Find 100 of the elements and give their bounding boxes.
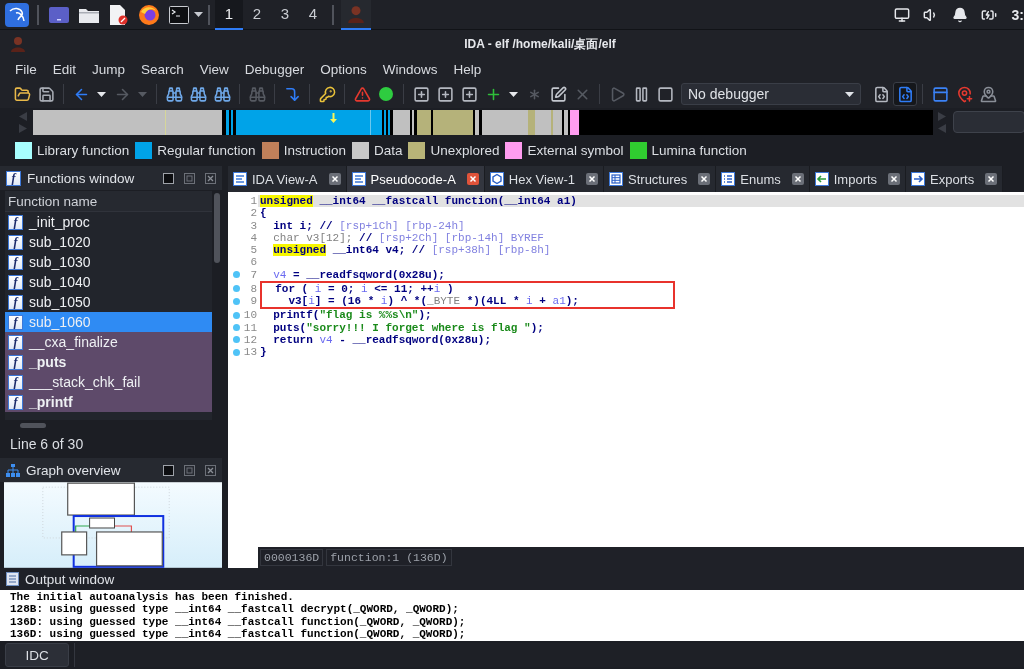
- list-icon: [721, 172, 736, 186]
- edit-icon[interactable]: [549, 85, 567, 103]
- code-line[interactable]: }: [258, 346, 1024, 359]
- close-icon[interactable]: [586, 173, 599, 185]
- tab[interactable]: Exports: [906, 166, 1004, 192]
- close-icon[interactable]: [466, 173, 479, 185]
- binoculars-icon[interactable]: [189, 85, 207, 103]
- function-item[interactable]: f sub_1020: [5, 232, 212, 252]
- function-item[interactable]: f sub_1060: [5, 312, 212, 332]
- menu-item[interactable]: Jump: [84, 61, 134, 77]
- menu-item[interactable]: Search: [133, 61, 192, 77]
- tab[interactable]: Enums: [716, 166, 810, 192]
- bell-icon[interactable]: [951, 6, 968, 23]
- restore-icon[interactable]: [184, 464, 195, 476]
- dot-icon[interactable]: [233, 297, 240, 305]
- code-line[interactable]: v4 = __readfsqword(0x28u);: [258, 268, 1024, 281]
- language-button[interactable]: IDC: [5, 643, 69, 667]
- display-icon[interactable]: [893, 6, 910, 23]
- scrollbar-thumb[interactable]: [214, 193, 220, 263]
- caret-down-icon[interactable]: [97, 91, 106, 97]
- menu-item[interactable]: Options: [312, 61, 375, 77]
- dot-icon[interactable]: [233, 336, 240, 344]
- menu-item[interactable]: View: [191, 61, 237, 77]
- code-line[interactable]: char v3[12]; // [rsp+2Ch] [rbp-14h] BYREF: [258, 231, 1024, 244]
- code-line[interactable]: printf("flag is %%s\n");: [258, 309, 1024, 322]
- dot-icon[interactable]: [233, 348, 240, 356]
- close-icon[interactable]: [985, 173, 998, 185]
- close-icon[interactable]: [791, 173, 804, 185]
- code-line[interactable]: for ( i = 0; i <= 11; ++i ): [262, 282, 673, 295]
- menu-item[interactable]: Debugger: [236, 61, 313, 77]
- tab[interactable]: Pseudocode-A: [346, 166, 485, 192]
- map-pins-icon[interactable]: [979, 85, 997, 103]
- caret-down-icon[interactable]: [194, 12, 203, 17]
- folder-icon[interactable]: [13, 85, 31, 103]
- folder-icon[interactable]: [79, 6, 99, 23]
- navigation-band-drawing[interactable]: [33, 109, 933, 135]
- tab[interactable]: Structures: [604, 166, 717, 192]
- function-item[interactable]: f _init_proc: [5, 212, 212, 232]
- window-icon[interactable]: [931, 85, 949, 103]
- square-plus-icon[interactable]: [412, 85, 430, 103]
- code-line[interactable]: puts("sorry!!! I forget where is flag ");: [258, 321, 1024, 334]
- dot-icon[interactable]: [233, 285, 240, 293]
- code-line[interactable]: return v4 - __readfsqword(0x28u);: [258, 333, 1024, 346]
- menu-item[interactable]: Edit: [44, 61, 85, 77]
- dot-icon[interactable]: [233, 271, 240, 279]
- function-item[interactable]: f sub_1050: [5, 292, 212, 312]
- menu-item[interactable]: Help: [445, 61, 490, 77]
- workspace-button[interactable]: 3: [271, 0, 299, 30]
- workspace-button[interactable]: 4: [299, 0, 327, 30]
- pin-plus-icon[interactable]: [955, 85, 973, 103]
- close-icon[interactable]: [888, 173, 901, 185]
- maximize-icon[interactable]: [163, 464, 174, 476]
- task-button[interactable]: [341, 0, 371, 30]
- square-plus-icon[interactable]: [460, 85, 478, 103]
- function-item[interactable]: f __cxa_finalize: [5, 332, 212, 352]
- key-icon[interactable]: [318, 85, 336, 103]
- dot-icon[interactable]: [233, 324, 240, 332]
- restore-icon[interactable]: [184, 172, 195, 184]
- tab[interactable]: Hex View-1: [484, 166, 605, 192]
- tab[interactable]: IDA View-A: [228, 166, 347, 192]
- logo-icon[interactable]: [5, 2, 29, 27]
- maximize-icon[interactable]: [163, 172, 174, 184]
- code-line[interactable]: int i; // [rsp+1Ch] [rbp-24h]: [258, 219, 1024, 232]
- binoculars-icon[interactable]: [213, 85, 231, 103]
- scrollbar-thumb[interactable]: [20, 422, 46, 428]
- function-item[interactable]: f _printf: [5, 392, 212, 412]
- warning-icon[interactable]: [353, 85, 371, 103]
- document-icon[interactable]: [110, 4, 128, 25]
- dot-icon[interactable]: [233, 311, 240, 319]
- screen-icon[interactable]: [49, 6, 69, 23]
- workspace-button[interactable]: 2: [243, 0, 271, 30]
- binoculars-icon[interactable]: [165, 85, 183, 103]
- caret-down-icon[interactable]: [845, 91, 854, 97]
- line-number: 2: [250, 207, 258, 220]
- function-item[interactable]: f sub_1030: [5, 252, 212, 272]
- menu-item[interactable]: File: [7, 61, 45, 77]
- input-field[interactable]: [953, 111, 1024, 133]
- tab[interactable]: Imports: [809, 166, 907, 192]
- stop-icon[interactable]: [656, 85, 674, 103]
- function-item[interactable]: f ___stack_chk_fail: [5, 372, 212, 392]
- workspace-button[interactable]: 1: [215, 0, 243, 30]
- function-item[interactable]: f sub_1040: [5, 272, 212, 292]
- save-icon[interactable]: [37, 85, 55, 103]
- graph-overview-drawing[interactable]: [4, 482, 222, 568]
- code-line[interactable]: unsigned __int64 v4; // [rsp+38h] [rbp-8h]: [258, 244, 1024, 257]
- column-header[interactable]: Function name: [5, 191, 212, 212]
- code-line[interactable]: v3[i] = (16 * i) ^ *(_BYTE *)(4LL * i + a1);: [262, 295, 673, 308]
- terminal-icon[interactable]: [169, 5, 189, 24]
- code-file-icon[interactable]: [872, 85, 890, 103]
- code-line[interactable]: {: [258, 207, 1024, 220]
- browser-icon[interactable]: [139, 4, 159, 25]
- menu-item[interactable]: Windows: [374, 61, 446, 77]
- close-icon[interactable]: [328, 173, 341, 185]
- close-icon[interactable]: [698, 173, 711, 185]
- debugger-select[interactable]: No debugger: [681, 83, 861, 105]
- circle-icon[interactable]: [379, 87, 393, 101]
- function-item[interactable]: f _puts: [5, 352, 212, 372]
- caret-down-icon[interactable]: [509, 91, 518, 97]
- square-plus-icon[interactable]: [436, 85, 454, 103]
- corner-arrow-icon[interactable]: [283, 85, 301, 103]
